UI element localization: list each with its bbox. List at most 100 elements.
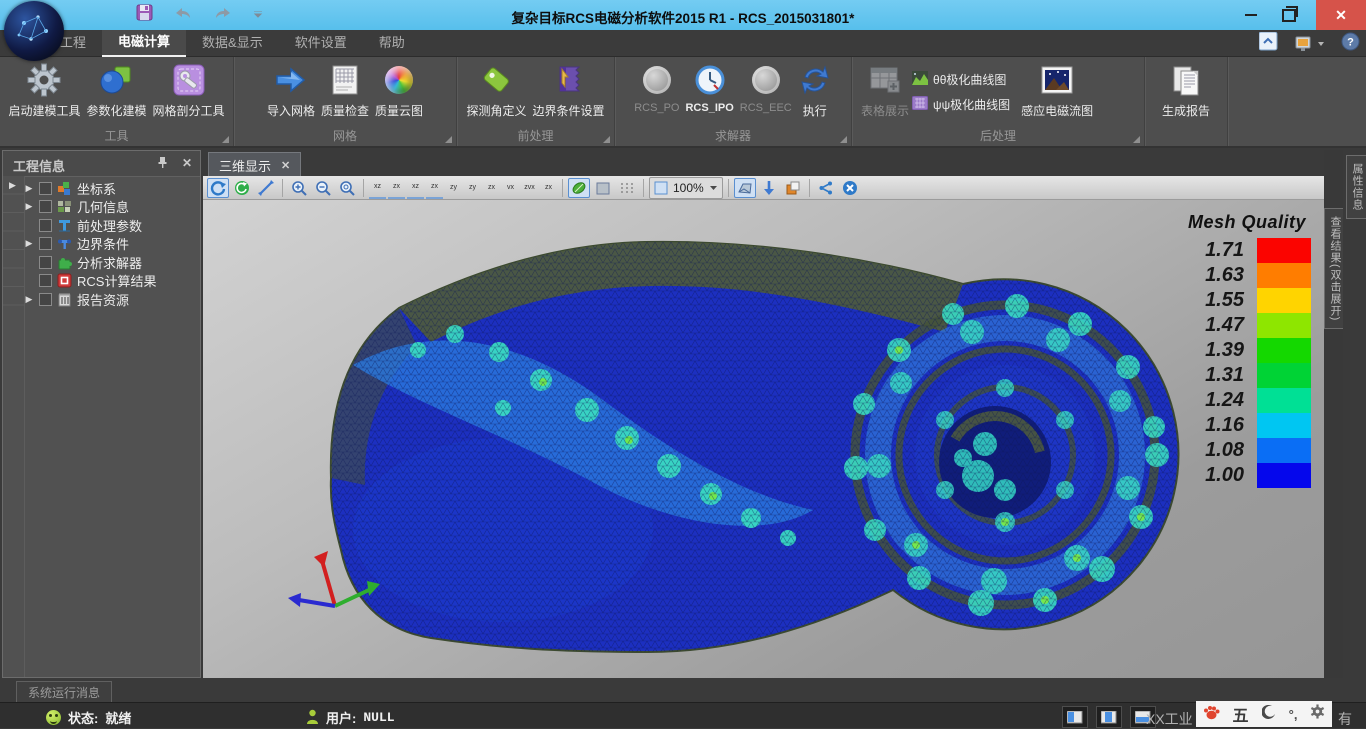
view-orientation-icon[interactable]: xz <box>407 177 424 199</box>
pin-icon[interactable] <box>157 156 168 171</box>
group-launcher-icon[interactable] <box>603 136 610 143</box>
view-orientation-icon[interactable]: vx <box>502 178 519 198</box>
tree-item-boundary-conditions[interactable]: ▶ 边界条件 <box>24 235 198 254</box>
layout-left-panel-icon[interactable] <box>1062 706 1088 728</box>
display-mode-icon[interactable] <box>1294 35 1325 53</box>
expander-icon[interactable]: ▶ <box>24 183 34 194</box>
tab-3d-display[interactable]: 三维显示 ✕ <box>208 152 301 177</box>
quality-check-button[interactable]: 质量检查 <box>318 63 372 119</box>
view-orientation-icon[interactable]: zx <box>426 177 443 199</box>
panel-close-icon[interactable]: ✕ <box>182 156 192 171</box>
minimize-button[interactable] <box>1234 0 1268 30</box>
ime-wubi-mode[interactable]: 五 <box>1233 702 1249 726</box>
zoom-level-select[interactable]: 100% <box>649 177 723 199</box>
expander-icon[interactable]: ▶ <box>24 294 34 305</box>
restore-button[interactable] <box>1272 0 1306 30</box>
induction-current-map-button[interactable]: 感应电磁流图 <box>1018 63 1096 119</box>
view-orientation-icon[interactable]: xz <box>369 177 386 199</box>
view-orientation-icon[interactable]: zvx <box>521 178 538 198</box>
legend-row: 1.55 <box>1188 288 1311 313</box>
menu-tab-em-compute[interactable]: 电磁计算 <box>102 30 186 57</box>
legend-row: 1.08 <box>1188 438 1311 463</box>
project-info-panel: 工程信息 ✕ ▶ ▶ 坐标系 ▶ 几何信息 前处理参数 <box>2 150 201 678</box>
table-display-button[interactable]: 表格展示 <box>858 63 912 119</box>
ime-paw-icon[interactable] <box>1203 704 1220 725</box>
menu-tab-data-display[interactable]: 数据&显示 <box>186 30 279 57</box>
photo-icon <box>1040 63 1074 97</box>
ime-toolbar[interactable]: 五 °, <box>1196 701 1332 727</box>
viewport-3d[interactable] <box>203 200 1324 678</box>
group-launcher-icon[interactable] <box>840 136 847 143</box>
group-launcher-icon[interactable] <box>222 136 229 143</box>
user-value: NULL <box>363 710 394 725</box>
group-launcher-icon[interactable] <box>1133 136 1140 143</box>
ime-moon-icon[interactable] <box>1262 705 1276 724</box>
sync-view-icon[interactable] <box>231 178 253 198</box>
view-orientation-icon[interactable]: zx <box>388 177 405 199</box>
ime-punctuation-icon[interactable]: °, <box>1289 707 1298 722</box>
arrow-right-icon <box>274 63 308 97</box>
tree-item-geometry-info[interactable]: ▶ 几何信息 <box>24 198 198 217</box>
tree-item-preprocess-params[interactable]: 前处理参数 <box>24 216 198 235</box>
tree-item-report-resources[interactable]: ▶ 报告资源 <box>24 290 198 309</box>
view-orientation-icon[interactable]: zx <box>540 178 557 198</box>
menu-tab-help[interactable]: 帮助 <box>363 30 421 57</box>
checkbox[interactable] <box>39 237 52 250</box>
generate-report-button[interactable]: 生成报告 <box>1159 63 1213 119</box>
layout-center-panel-icon[interactable] <box>1096 706 1122 728</box>
tab-close-icon[interactable]: ✕ <box>281 159 290 172</box>
menu-tab-settings[interactable]: 软件设置 <box>279 30 363 57</box>
expander-icon[interactable]: ▶ <box>24 238 34 249</box>
zoom-fit-icon[interactable] <box>336 178 358 198</box>
launch-modeling-tool-button[interactable]: 启动建模工具 <box>5 63 83 119</box>
pan-zoom-icon[interactable] <box>255 178 277 198</box>
rcs-ipo-button[interactable]: RCS_IPO <box>682 63 736 114</box>
clip-plane-icon[interactable] <box>734 178 756 198</box>
flat-shade-icon[interactable] <box>592 178 614 198</box>
checkbox[interactable] <box>39 200 52 213</box>
close-view-icon[interactable] <box>839 178 861 198</box>
view-orientation-icon[interactable]: zy <box>445 178 462 198</box>
parametric-modeling-button[interactable]: 参数化建模 <box>83 63 149 119</box>
tree-item-analysis-solver[interactable]: 分析求解器 <box>24 253 198 272</box>
view-orientation-icon[interactable]: zx <box>483 178 500 198</box>
disc-icon <box>640 63 674 97</box>
execute-button[interactable]: 执行 <box>795 63 835 119</box>
tree-item-coordinate-system[interactable]: ▶ 坐标系 <box>24 179 198 198</box>
view-orientation-icon[interactable]: zy <box>464 178 481 198</box>
zoom-in-icon[interactable] <box>288 178 310 198</box>
wireframe-dots-icon[interactable] <box>616 178 638 198</box>
group-launcher-icon[interactable] <box>445 136 452 143</box>
checkbox[interactable] <box>39 219 52 232</box>
quality-cloud-button[interactable]: 质量云图 <box>372 63 426 119</box>
boundary-condition-button[interactable]: 边界条件设置 <box>530 63 608 119</box>
share-link-icon[interactable] <box>815 178 837 198</box>
checkbox[interactable] <box>39 256 52 269</box>
drop-down-arrow-icon[interactable] <box>758 178 780 198</box>
orbit-rotate-icon[interactable] <box>207 178 229 198</box>
layers-copy-icon[interactable] <box>782 178 804 198</box>
checkbox[interactable] <box>39 182 52 195</box>
rcs-eec-button[interactable]: RCS_EEC <box>737 63 795 114</box>
tag-icon <box>479 63 513 97</box>
zoom-out-icon[interactable] <box>312 178 334 198</box>
checkbox[interactable] <box>39 274 52 287</box>
probe-angle-button[interactable]: 探测角定义 <box>463 63 529 119</box>
close-button[interactable]: ✕ <box>1316 0 1366 30</box>
shading-leaf-icon[interactable] <box>568 178 590 198</box>
checkbox[interactable] <box>39 293 52 306</box>
properties-side-tab[interactable]: 属性信息 <box>1346 155 1366 219</box>
gutter-expander-icon[interactable]: ▶ <box>9 180 16 191</box>
rcs-po-button[interactable]: RCS_PO <box>631 63 682 114</box>
expander-icon[interactable]: ▶ <box>24 201 34 212</box>
tree-item-rcs-results[interactable]: RCS计算结果 <box>24 272 198 291</box>
import-mesh-button[interactable]: 导入网格 <box>264 63 318 119</box>
theta-polarization-curve-button[interactable]: θθ极化曲线图 <box>912 69 1010 89</box>
mesh-partition-tool-button[interactable]: 网格剖分工具 <box>150 63 228 119</box>
psi-polarization-curve-button[interactable]: ψψ极化曲线图 <box>912 94 1010 114</box>
collapse-ribbon-icon[interactable] <box>1259 32 1278 56</box>
system-message-tab[interactable]: 系统运行消息 <box>16 681 112 703</box>
coordinate-system-icon <box>57 181 72 196</box>
ime-settings-gear-icon[interactable] <box>1310 704 1325 724</box>
help-icon[interactable]: ? <box>1341 32 1360 56</box>
